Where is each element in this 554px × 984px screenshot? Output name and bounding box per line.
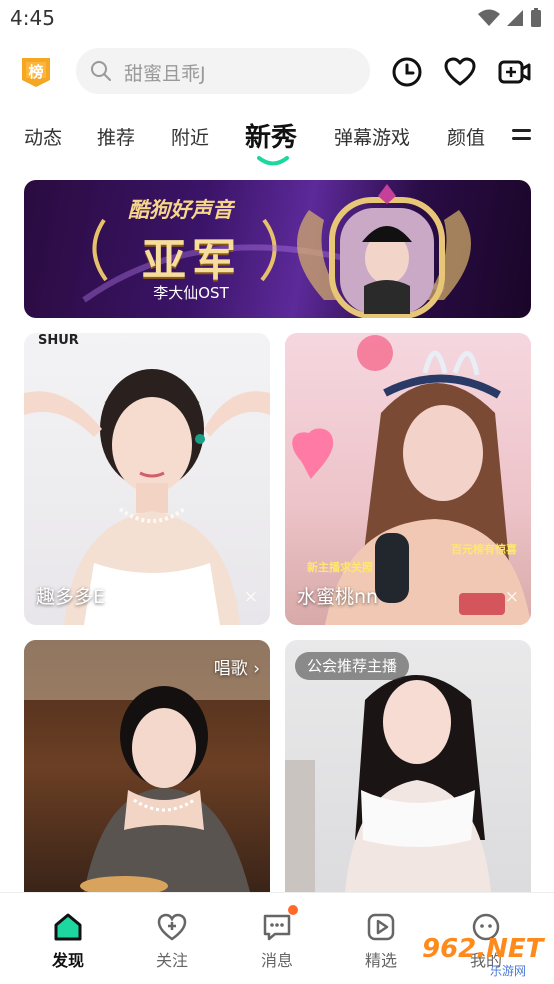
streamer-name: 趣多多E (36, 586, 106, 608)
banner-rank: 亚军 (142, 235, 242, 286)
card-dismiss-button[interactable]: × (505, 587, 519, 607)
promo-banner[interactable]: 酷狗好声音 亚军 李大仙OST (24, 180, 531, 318)
play-icon (367, 913, 395, 941)
streamer-card[interactable]: 新主播求关照 百元榜有惊喜 水蜜桃nn × (285, 333, 531, 625)
category-tabs: 动态 推荐 附近 新秀 弹幕游戏 颜值 (0, 115, 554, 166)
header: 榜 甜蜜且乖J (0, 45, 554, 97)
message-icon (263, 914, 291, 941)
nav-label: 发现 (51, 951, 84, 970)
banner-subtitle: 李大仙OST (153, 284, 229, 302)
wifi-icon (478, 9, 500, 26)
unread-badge (288, 905, 298, 915)
card-overlay-label: SHUR (38, 333, 79, 348)
status-time: 4:45 (10, 6, 55, 30)
tab-tuijian[interactable]: 推荐 (97, 123, 135, 150)
signal-icon (507, 10, 523, 26)
card-overlay-left: 新主播求关照 (307, 561, 373, 574)
streamer-name: 水蜜桃nn (297, 586, 379, 608)
banner-title: 酷狗好声音 (128, 198, 233, 222)
search-placeholder: 甜蜜且乖J (124, 63, 206, 85)
nav-discover[interactable]: 发现 (28, 911, 108, 971)
video-camera-icon[interactable] (498, 55, 532, 89)
category-tag-button[interactable]: 唱歌 › (214, 654, 260, 679)
streamer-card[interactable]: 公会推荐主播 (285, 640, 531, 892)
card-overlay-right: 百元榜有惊喜 (451, 543, 517, 556)
nav-featured[interactable]: 精选 (341, 911, 421, 971)
nav-messages[interactable]: 消息 (237, 905, 317, 971)
tab-fujin[interactable]: 附近 (171, 123, 209, 150)
banner-laurel-decoration (82, 184, 471, 318)
streamer-card[interactable]: 唱歌 › (24, 640, 270, 892)
card-dismiss-button[interactable]: × (244, 587, 258, 607)
nav-label: 消息 (260, 951, 293, 970)
status-icons (478, 8, 542, 28)
battery-icon (531, 8, 541, 27)
streamer-card[interactable]: SHUR 趣多多E × (24, 333, 270, 625)
tab-xinxiu[interactable]: 新秀 (245, 117, 297, 154)
nav-label: 关注 (155, 951, 188, 970)
watermark-text: 962.NET (422, 934, 544, 964)
guild-recommend-tag: 公会推荐主播 (295, 652, 410, 680)
heart-icon[interactable] (443, 55, 477, 89)
search-box[interactable]: 甜蜜且乖J (76, 48, 370, 94)
follow-heart-icon (157, 913, 187, 941)
nav-label: 精选 (364, 951, 397, 970)
rank-badge-button[interactable]: 榜 (20, 56, 52, 88)
active-tab-indicator (257, 156, 289, 166)
status-bar: 4:45 (0, 0, 554, 38)
tab-danmu-youxi[interactable]: 弹幕游戏 (334, 123, 410, 150)
tab-yanzhi[interactable]: 颜值 (447, 123, 485, 150)
history-icon[interactable] (390, 55, 424, 89)
discover-icon (54, 913, 82, 941)
search-icon (91, 61, 111, 81)
nav-follow[interactable]: 关注 (132, 911, 212, 971)
menu-line (512, 129, 531, 132)
site-watermark: 962.NET 乐游网 (418, 932, 552, 980)
watermark-sub: 乐游网 (490, 964, 527, 978)
tabs-more-button[interactable] (512, 129, 531, 147)
tab-dongtai[interactable]: 动态 (24, 123, 62, 150)
rank-badge-label: 榜 (28, 63, 44, 81)
menu-line (512, 137, 531, 140)
